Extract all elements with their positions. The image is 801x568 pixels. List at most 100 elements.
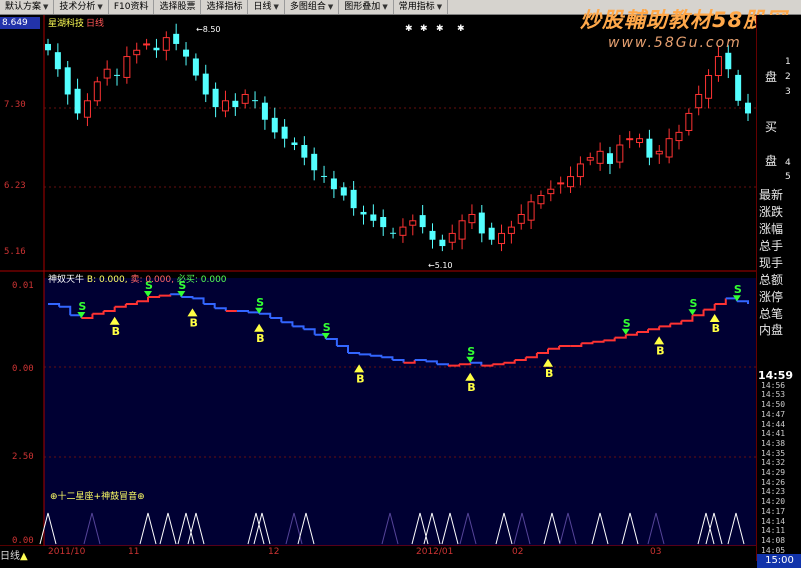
- tick-time: 14:47: [761, 409, 786, 419]
- candle-body: [162, 37, 170, 51]
- candle-body: [133, 49, 141, 56]
- toolbar-select-stock[interactable]: 选择股票: [154, 0, 202, 14]
- indicator-pane: [44, 278, 756, 548]
- quote-field-change-pct: 涨幅: [759, 222, 784, 236]
- toolbar-overlay[interactable]: 图形叠加 ▼: [339, 0, 394, 14]
- toolbar-label: 图形叠加: [344, 2, 381, 12]
- candle-body: [725, 52, 732, 70]
- candle-body: [212, 88, 219, 108]
- candle-body: [429, 230, 436, 240]
- star-marker: ✱: [457, 24, 465, 34]
- tick-time: 14:20: [761, 497, 786, 507]
- candle-body: [675, 131, 683, 142]
- chevron-down-icon: ▼: [382, 3, 388, 11]
- candle-body: [439, 239, 446, 247]
- candle-body: [311, 153, 318, 171]
- tick-time: 14:08: [761, 535, 786, 545]
- candle-body: [576, 163, 584, 178]
- indicator-axis-label: 0.01: [12, 281, 34, 291]
- buy-signal: B: [189, 316, 197, 329]
- candle-body: [360, 211, 367, 215]
- side-label: 盘: [765, 154, 778, 168]
- stock-name: 星湖科技: [48, 19, 85, 29]
- candle-body: [370, 214, 377, 221]
- chevron-down-icon: ▼: [273, 3, 279, 11]
- sell-signal: S: [623, 317, 631, 330]
- sell-signal: S: [467, 345, 475, 358]
- candle-body: [83, 100, 91, 118]
- order-level: 5: [785, 172, 791, 182]
- buy-signal: B: [467, 381, 475, 394]
- quote-field-volume: 总手: [759, 239, 784, 253]
- indicator-axis-label: 0.00: [12, 364, 34, 374]
- date-label: 2012/01: [416, 547, 454, 557]
- tick-time: 14:56: [761, 380, 786, 390]
- order-level: 1: [785, 57, 791, 67]
- toolbar-label: 默认方案: [5, 2, 42, 12]
- indicator-value-sell: 卖: 0.000,: [130, 275, 174, 285]
- candle-body: [705, 75, 713, 99]
- toolbar-f10[interactable]: F10资料: [109, 0, 155, 14]
- toolbar-label: 日线: [253, 2, 272, 12]
- candle-body: [330, 178, 337, 190]
- candle-body: [252, 100, 259, 102]
- candle-body: [350, 189, 357, 209]
- tick-time: 14:17: [761, 506, 786, 516]
- tick-time: 14:29: [761, 468, 786, 477]
- quote-field-latest: 最新: [759, 188, 784, 202]
- toolbar-multi-chart[interactable]: 多图组合 ▼: [285, 0, 340, 14]
- buy-signal: B: [545, 367, 553, 380]
- date-label: 02: [512, 547, 524, 557]
- end-time: 15:00: [757, 554, 801, 568]
- high-price-label: 8.50: [202, 25, 221, 34]
- tick-time: 14:23: [761, 487, 786, 497]
- quote-field-change: 涨跌: [759, 205, 784, 219]
- sell-signal: S: [323, 321, 331, 334]
- triangle-up-icon: ▲: [20, 551, 28, 562]
- price-axis-label: 5.16: [4, 247, 26, 257]
- candle-body: [390, 232, 397, 234]
- date-label: 12: [268, 547, 280, 557]
- candle-body: [221, 100, 229, 112]
- candle-body: [665, 138, 673, 158]
- candle-body: [232, 100, 239, 108]
- toolbar-select-indicator[interactable]: 选择指标: [201, 0, 249, 14]
- indicator-note: ⊕十二星座+神鼓冒音⊕: [50, 492, 145, 502]
- chevron-down-icon: ▼: [97, 3, 103, 11]
- candle-body: [626, 138, 634, 141]
- toolbar-default-scheme[interactable]: 默认方案 ▼: [0, 0, 55, 14]
- candle-body: [114, 74, 121, 76]
- toolbar-period[interactable]: 日线 ▼: [248, 0, 285, 14]
- candle-body: [685, 112, 693, 131]
- period-switch-button[interactable]: 日线▲: [0, 547, 28, 562]
- tick-time: 14:44: [761, 419, 786, 429]
- bottom-bar: [0, 546, 756, 561]
- quote-field-limit-up: 涨停: [759, 290, 784, 304]
- star-marker: ✱: [405, 24, 413, 34]
- candle-body: [655, 150, 663, 155]
- indicator-axis-label: 2.50: [12, 452, 34, 462]
- candle-body: [301, 145, 308, 158]
- low-price-marker: ←5.10: [428, 261, 453, 270]
- indicator-name: 神奴天牛: [48, 275, 85, 285]
- toolbar-label: 选择指标: [206, 2, 243, 12]
- chevron-down-icon: ▼: [436, 3, 443, 11]
- candle-body: [93, 81, 101, 102]
- candle-body: [192, 58, 199, 76]
- stock-title: 星湖科技 日线: [48, 16, 104, 29]
- candle-body: [123, 56, 131, 78]
- candle-body: [646, 138, 653, 158]
- tick-time: 14:50: [761, 400, 786, 410]
- toolbar-label: 多图组合: [289, 2, 326, 12]
- buy-signal: B: [712, 322, 720, 335]
- low-price-label: 5.10: [434, 261, 453, 270]
- toolbar-common-indicators[interactable]: 常用指标 ▼: [394, 0, 449, 14]
- order-level: 4: [785, 158, 791, 168]
- stock-chart[interactable]: SBS SBSBSBSBBSBSBS: [0, 15, 756, 561]
- toolbar-tech-analysis[interactable]: 技术分析 ▼: [54, 0, 109, 14]
- sell-signal: S: [689, 297, 697, 310]
- candle-body: [488, 227, 495, 240]
- price-axis-label: 6.23: [4, 181, 26, 191]
- candle-body: [153, 47, 160, 51]
- toolbar-label: 常用指标: [398, 2, 435, 12]
